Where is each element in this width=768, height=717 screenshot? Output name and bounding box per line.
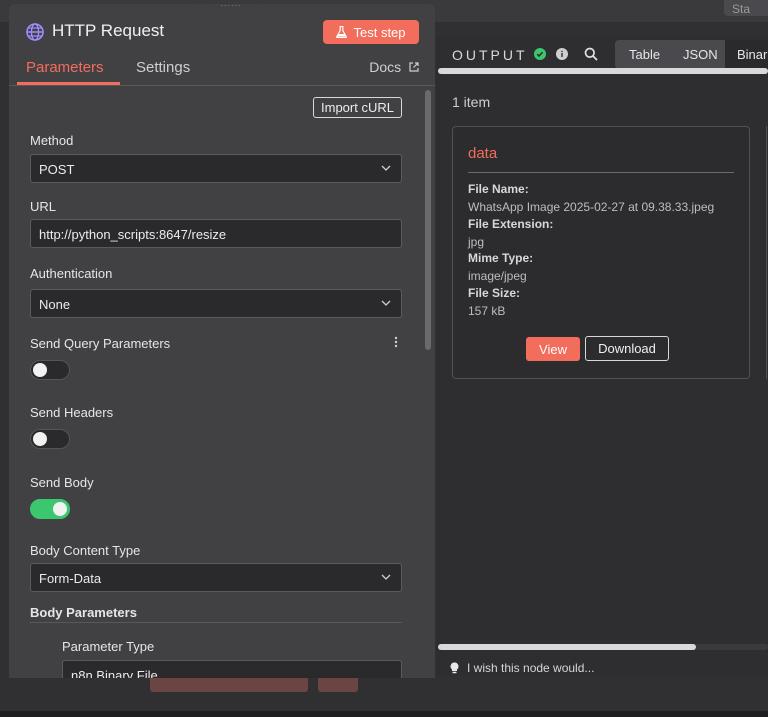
- file-size-key: File Size:: [468, 286, 521, 300]
- options-kebab-icon[interactable]: [394, 336, 398, 351]
- binary-data-card: data File Name: WhatsApp Image 2025-02-2…: [452, 126, 750, 379]
- toggle-knob: [33, 363, 47, 377]
- binary-property-name: data: [468, 145, 498, 162]
- tab-table[interactable]: Table: [629, 47, 660, 62]
- drag-handle[interactable]: ::::::: [199, 4, 263, 8]
- node-title[interactable]: HTTP Request: [52, 21, 164, 41]
- file-name-key: File Name:: [468, 182, 529, 196]
- authentication-label: Authentication: [30, 266, 113, 281]
- download-button[interactable]: Download: [585, 336, 669, 361]
- parameter-type-select[interactable]: n8n Binary File: [62, 660, 402, 678]
- chevron-down-icon: [381, 165, 391, 171]
- send-headers-label: Send Headers: [30, 405, 114, 420]
- success-check-icon: [534, 48, 546, 60]
- node-parameters-panel: :::::: HTTP Request Test step Parameters…: [9, 4, 435, 678]
- info-icon[interactable]: [556, 48, 568, 60]
- import-curl-button[interactable]: Import cURL: [313, 97, 402, 118]
- mime-type-key: Mime Type:: [468, 251, 534, 265]
- output-panel: OUTPUT Table JSON Binar 1 item data File…: [436, 36, 768, 676]
- node-tabs: Parameters Settings Docs: [9, 56, 435, 86]
- feedback-text: I wish this node would...: [467, 661, 595, 675]
- section-divider: [30, 622, 402, 623]
- item-count: 1 item: [452, 94, 491, 110]
- toggle-knob: [33, 432, 47, 446]
- method-value: POST: [39, 162, 75, 177]
- docs-link[interactable]: Docs: [369, 59, 419, 75]
- panel-scrollbar[interactable]: [425, 90, 431, 350]
- tab-binary[interactable]: Binar: [737, 47, 767, 62]
- horizontal-scrollbar-top[interactable]: [438, 68, 768, 74]
- external-link-icon: [409, 62, 419, 72]
- body-content-type-label: Body Content Type: [30, 543, 141, 558]
- feedback-link[interactable]: I wish this node would...: [450, 661, 594, 675]
- globe-icon: [26, 23, 44, 41]
- send-query-toggle[interactable]: [30, 360, 70, 380]
- tab-json[interactable]: JSON: [683, 47, 718, 62]
- node-header: HTTP Request Test step: [9, 18, 435, 48]
- card-divider: [468, 172, 734, 173]
- authentication-value: None: [39, 297, 71, 312]
- active-tab-indicator: [17, 82, 120, 85]
- send-query-label: Send Query Parameters: [30, 336, 171, 351]
- url-input[interactable]: http://python_scripts:8647/resize: [30, 219, 402, 248]
- horizontal-scrollbar-bottom[interactable]: [438, 644, 696, 650]
- test-step-button[interactable]: Test step: [323, 20, 419, 44]
- view-button[interactable]: View: [526, 337, 580, 361]
- send-body-label: Send Body: [30, 475, 94, 490]
- top-right-button[interactable]: Sta: [724, 0, 768, 16]
- send-body-toggle[interactable]: [30, 499, 70, 519]
- search-icon[interactable]: [584, 47, 598, 61]
- chevron-down-icon: [381, 300, 391, 306]
- file-extension-value: jpg: [468, 235, 485, 249]
- body-content-type-select[interactable]: Form-Data: [30, 563, 402, 592]
- tab-settings[interactable]: Settings: [136, 59, 190, 76]
- flask-icon: [336, 26, 348, 38]
- file-extension-key: File Extension:: [468, 217, 554, 231]
- parameter-type-value: n8n Binary File: [71, 668, 158, 678]
- test-step-label: Test step: [353, 24, 406, 40]
- body-content-type-value: Form-Data: [39, 571, 102, 586]
- output-label: OUTPUT: [452, 47, 528, 63]
- file-name-value: WhatsApp Image 2025-02-27 at 09.38.33.jp…: [468, 200, 715, 214]
- output-header: OUTPUT Table JSON Binar: [436, 36, 768, 72]
- chevron-down-icon: [381, 574, 391, 580]
- authentication-select[interactable]: None: [30, 289, 402, 318]
- toggle-knob: [53, 502, 67, 516]
- docs-label: Docs: [369, 59, 402, 75]
- tab-parameters[interactable]: Parameters: [26, 59, 104, 76]
- canvas-bottom-edge: [0, 711, 768, 717]
- mime-type-value: image/jpeg: [468, 269, 527, 283]
- file-size-value: 157 kB: [468, 304, 506, 318]
- send-headers-toggle[interactable]: [30, 429, 70, 449]
- view-mode-tabs: Table JSON Binar: [615, 40, 768, 69]
- method-select[interactable]: POST: [30, 154, 402, 183]
- lightbulb-icon: [450, 662, 459, 674]
- parameter-type-label: Parameter Type: [62, 639, 155, 654]
- url-label: URL: [30, 199, 57, 214]
- body-parameters-title: Body Parameters: [30, 605, 137, 620]
- url-value: http://python_scripts:8647/resize: [39, 227, 227, 242]
- method-label: Method: [30, 133, 74, 148]
